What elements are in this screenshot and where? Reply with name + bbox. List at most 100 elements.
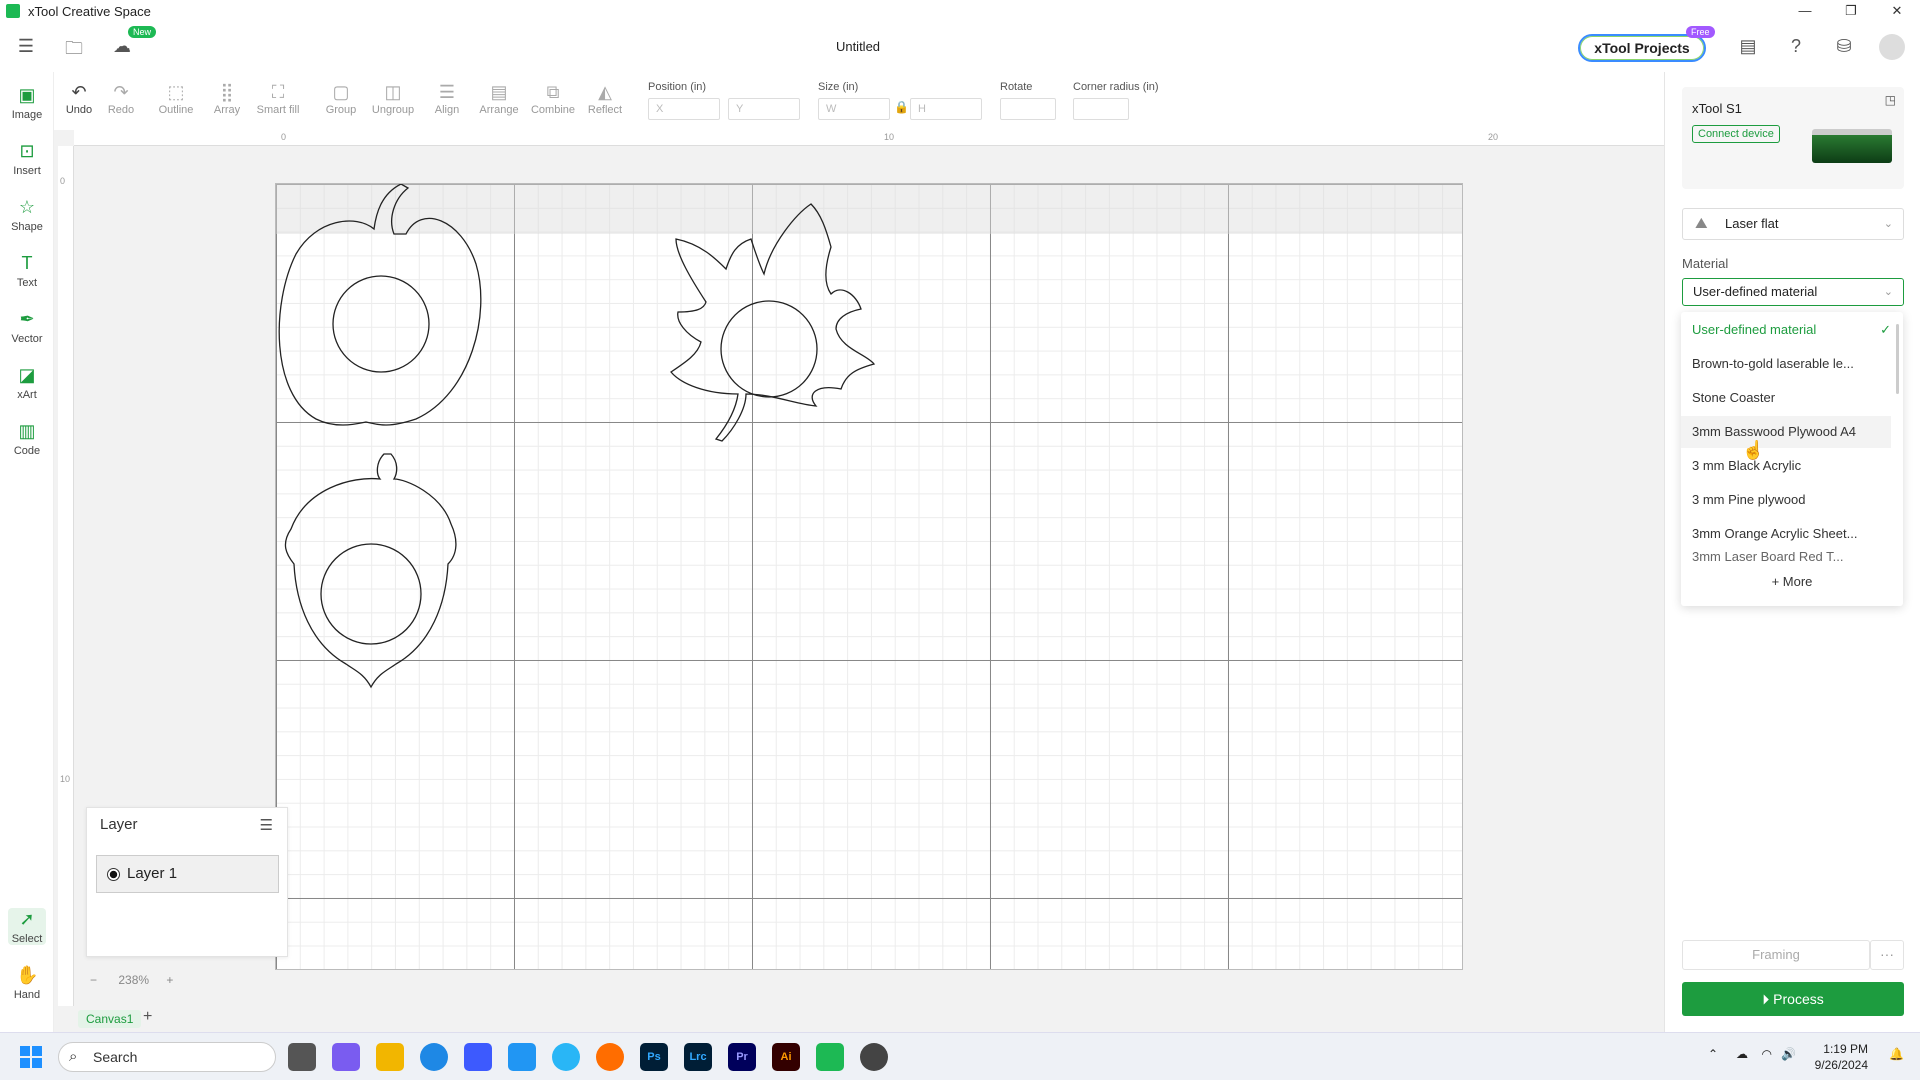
- lock-ratio-icon[interactable]: 🔒: [894, 100, 909, 114]
- volume-icon[interactable]: 🔊: [1781, 1047, 1796, 1061]
- file-explorer-icon[interactable]: [376, 1043, 404, 1071]
- mode-select[interactable]: ⛰ Laser flat ⌄: [1682, 208, 1904, 240]
- edge-icon[interactable]: [420, 1043, 448, 1071]
- photoshop-icon[interactable]: Ps: [640, 1043, 668, 1071]
- avatar[interactable]: [1879, 34, 1905, 60]
- arrange-button[interactable]: ▤ Arrange: [474, 80, 524, 116]
- lightroom-icon[interactable]: Lrc: [684, 1043, 712, 1071]
- laser-icon: ⛰: [1695, 215, 1708, 232]
- rotate-input[interactable]: [1000, 98, 1056, 120]
- material-option[interactable]: 3mm Orange Acrylic Sheet...: [1681, 518, 1891, 550]
- app-icon[interactable]: [860, 1043, 888, 1071]
- material-option[interactable]: 3mm Basswood Plywood A4: [1681, 416, 1891, 448]
- size-w-input[interactable]: W: [818, 98, 890, 120]
- app-icon[interactable]: [508, 1043, 536, 1071]
- clock[interactable]: 1:19 PM 9/26/2024: [1815, 1041, 1868, 1073]
- combine-button[interactable]: ⧉ Combine: [528, 80, 578, 116]
- tool-hand[interactable]: ✋ Hand: [0, 964, 54, 1001]
- connect-device-button[interactable]: Connect device: [1692, 125, 1780, 143]
- tool-insert[interactable]: ⊡ Insert: [0, 140, 54, 177]
- close-button[interactable]: ✕: [1874, 0, 1920, 22]
- help-icon[interactable]: ?: [1784, 36, 1808, 58]
- task-view-icon[interactable]: [288, 1043, 316, 1071]
- layer-row[interactable]: Layer 1: [96, 855, 279, 893]
- reflect-icon: ◭: [598, 82, 612, 102]
- corner-radius-input[interactable]: [1073, 98, 1129, 120]
- work-area[interactable]: [275, 183, 1463, 970]
- redo-button[interactable]: ↷ Redo: [96, 80, 146, 116]
- ruler-tick: 20: [1488, 132, 1499, 142]
- xtool-projects-button[interactable]: xTool Projects: [1578, 34, 1706, 62]
- tool-image[interactable]: ▣ Image: [0, 84, 54, 121]
- redo-icon: ↷: [113, 82, 129, 102]
- wifi-icon[interactable]: ◠: [1762, 1047, 1772, 1061]
- layer-visibility-icon[interactable]: [107, 868, 120, 881]
- size-h-input[interactable]: H: [910, 98, 982, 120]
- maximize-button[interactable]: ❐: [1828, 0, 1874, 22]
- material-option[interactable]: Stone Coaster: [1681, 382, 1891, 414]
- framing-more-button[interactable]: ···: [1870, 940, 1904, 970]
- dropdown-scrollbar[interactable]: [1896, 324, 1899, 394]
- reflect-button[interactable]: ◭ Reflect: [580, 80, 630, 116]
- windows-start-icon[interactable]: [20, 1046, 42, 1068]
- size-label: Size (in): [818, 81, 859, 93]
- align-button[interactable]: ☰ Align: [422, 80, 472, 116]
- material-option[interactable]: Brown-to-gold laserable le...: [1681, 348, 1891, 380]
- group-button[interactable]: ▢ Group: [316, 80, 366, 116]
- tutorial-icon[interactable]: ▤: [1736, 36, 1760, 58]
- material-select[interactable]: User-defined material ⌄: [1682, 278, 1904, 306]
- tool-code[interactable]: ▥ Code: [0, 420, 54, 457]
- rotate-label: Rotate: [1000, 81, 1033, 93]
- hand-icon: ✋: [16, 965, 39, 985]
- xtool-taskbar-icon[interactable]: [816, 1043, 844, 1071]
- add-canvas-button[interactable]: +: [143, 1008, 152, 1026]
- vertical-ruler: 0 10: [58, 146, 74, 1006]
- app-title: xTool Creative Space: [28, 3, 151, 19]
- canvas-tab[interactable]: Canvas1: [78, 1010, 142, 1028]
- firefox-icon[interactable]: [596, 1043, 624, 1071]
- shop-icon[interactable]: ⛁: [1832, 36, 1856, 58]
- material-option[interactable]: User-defined material ✓: [1681, 314, 1891, 346]
- illustrator-icon[interactable]: Ai: [772, 1043, 800, 1071]
- zoom-in-button[interactable]: +: [166, 973, 173, 987]
- material-option[interactable]: 3 mm Pine plywood: [1681, 484, 1891, 516]
- acorn-shape[interactable]: [284, 453, 457, 689]
- material-option[interactable]: 3mm Laser Board Red T...: [1681, 552, 1891, 562]
- chevron-up-icon[interactable]: ⌃: [1708, 1047, 1718, 1061]
- expand-icon[interactable]: ◳: [1885, 93, 1896, 107]
- copilot-icon[interactable]: [332, 1043, 360, 1071]
- outline-button[interactable]: ⬚ Outline: [151, 80, 201, 116]
- document-title: Untitled: [835, 39, 881, 54]
- zoom-controls: − 238% +: [90, 973, 173, 987]
- help-app-icon[interactable]: [552, 1043, 580, 1071]
- window-controls: — ❐ ✕: [1782, 0, 1920, 22]
- position-x-input[interactable]: X: [648, 98, 720, 120]
- layer-menu-icon[interactable]: ☰: [260, 816, 273, 834]
- apple-shape[interactable]: [278, 184, 482, 426]
- taskbar-search[interactable]: ⌕ Search: [58, 1042, 276, 1072]
- process-button[interactable]: ⏵ Process: [1682, 982, 1904, 1016]
- smart-fill-button[interactable]: ⛶ Smart fill: [253, 80, 303, 116]
- ungroup-button[interactable]: ◫ Ungroup: [368, 80, 418, 116]
- tool-vector[interactable]: ✒ Vector: [0, 308, 54, 345]
- leaf-shape[interactable]: [670, 203, 876, 442]
- chevron-down-icon: ⌄: [1883, 286, 1893, 298]
- zoom-out-button[interactable]: −: [90, 973, 97, 987]
- more-materials-button[interactable]: + More: [1681, 574, 1903, 589]
- tool-xart[interactable]: ◪ xArt: [0, 364, 54, 401]
- material-option[interactable]: 3 mm Black Acrylic: [1681, 450, 1891, 482]
- ruler-tick: 10: [60, 774, 71, 784]
- array-button[interactable]: ⣿ Array: [202, 80, 252, 116]
- framing-button[interactable]: Framing: [1682, 940, 1870, 970]
- position-y-input[interactable]: Y: [728, 98, 800, 120]
- tool-text[interactable]: T Text: [0, 252, 54, 289]
- image-icon: ▣: [18, 85, 36, 105]
- minimize-button[interactable]: —: [1782, 0, 1828, 22]
- notification-icon[interactable]: 🔔: [1889, 1047, 1904, 1061]
- zoom-level: 238%: [118, 973, 150, 987]
- premiere-icon[interactable]: Pr: [728, 1043, 756, 1071]
- store-icon[interactable]: [464, 1043, 492, 1071]
- onedrive-icon[interactable]: ☁: [1736, 1047, 1748, 1061]
- tool-shape[interactable]: ☆ Shape: [0, 196, 54, 233]
- tool-select[interactable]: ➚ Select: [8, 908, 46, 945]
